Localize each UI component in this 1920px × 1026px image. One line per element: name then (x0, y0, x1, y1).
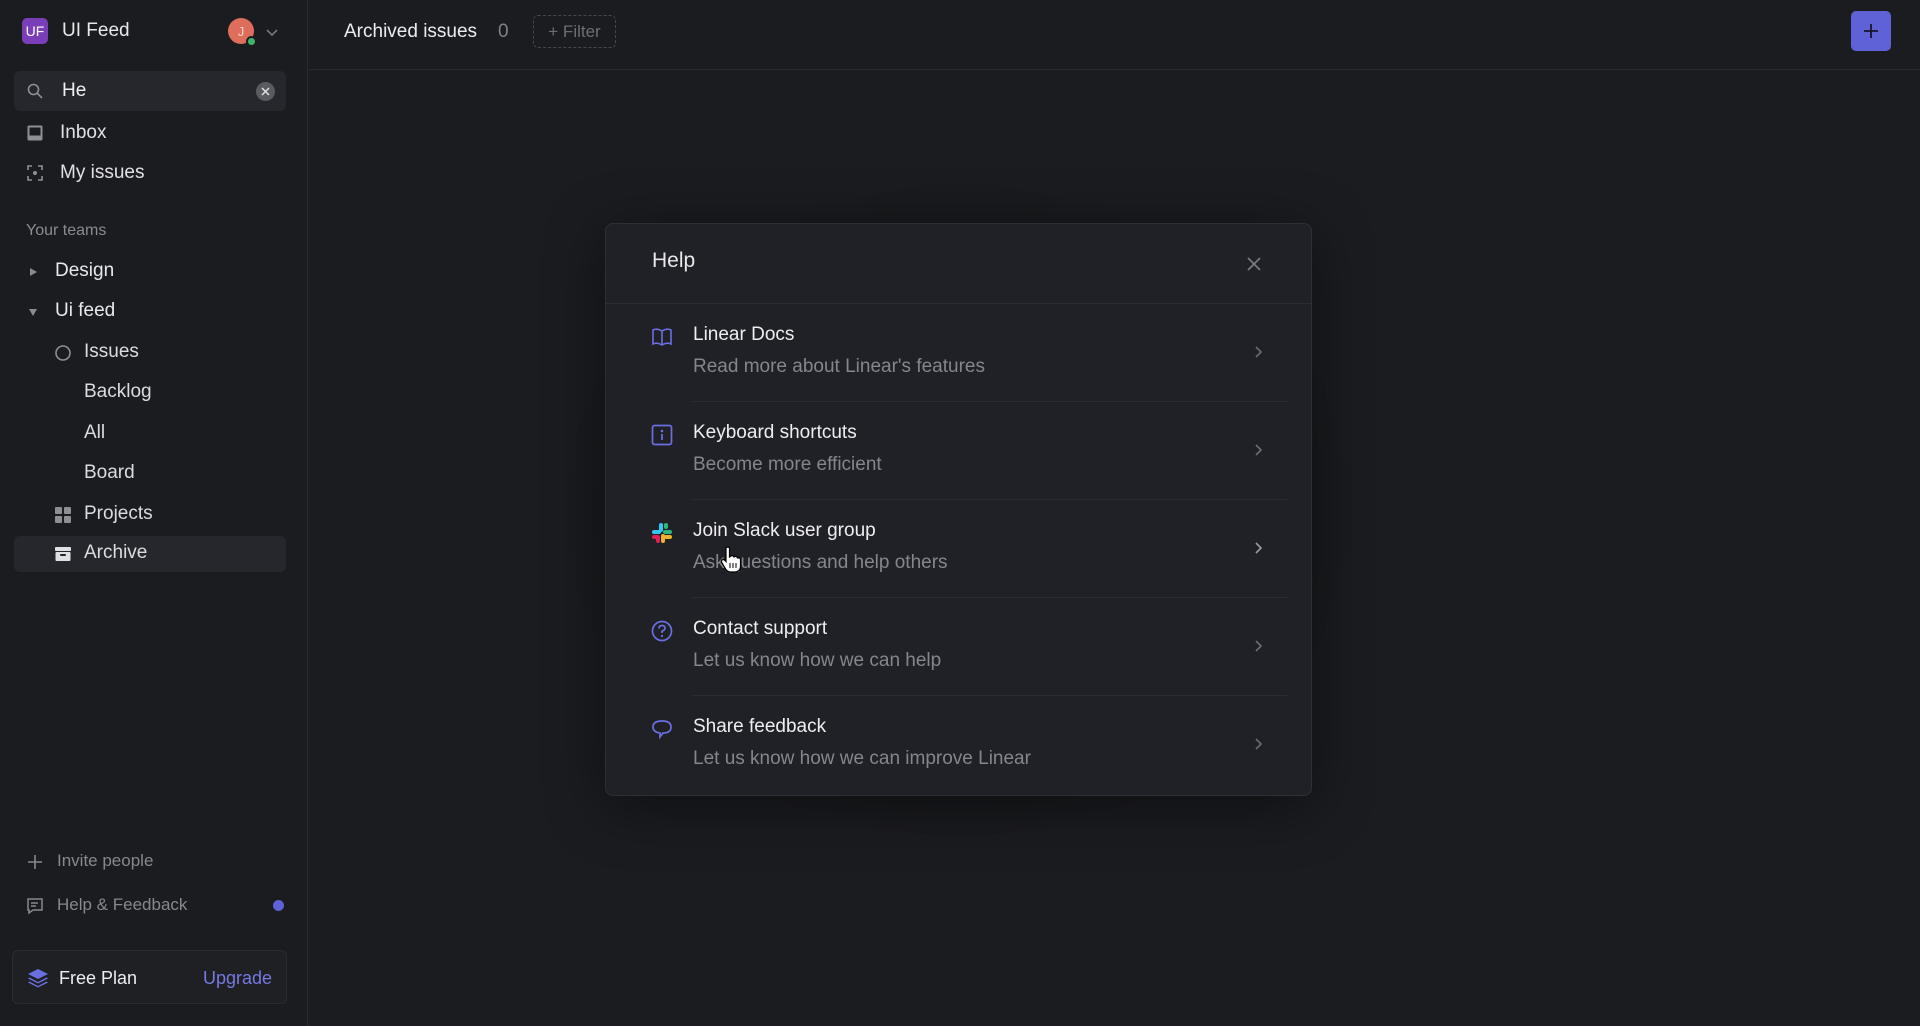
chevron-down-icon[interactable] (264, 24, 280, 40)
help-item-contact-support[interactable]: Contact support Let us know how we can h… (606, 598, 1311, 696)
team-label: Design (55, 260, 115, 281)
invite-people-button[interactable]: Invite people (14, 846, 286, 878)
upgrade-link[interactable]: Upgrade (203, 968, 272, 989)
layers-icon (28, 969, 48, 988)
chevron-right-icon (1255, 346, 1263, 358)
grid-icon (55, 507, 71, 523)
sidebar-item-backlog[interactable]: Backlog (14, 375, 286, 411)
sidebar-item-label: My issues (60, 162, 145, 183)
help-item-slack[interactable]: Join Slack user group Ask questions and … (606, 500, 1311, 598)
sidebar-item-issues[interactable]: Issues (14, 335, 286, 371)
circle-icon (55, 345, 71, 361)
invite-label: Invite people (57, 851, 154, 870)
sidebar-item-label: Issues (84, 341, 139, 362)
sidebar-item-all[interactable]: All (14, 416, 286, 452)
new-issue-button[interactable] (1851, 11, 1891, 51)
sidebar: UF UI Feed J Inbox (0, 0, 308, 1026)
sidebar-item-my-issues[interactable]: My issues (14, 155, 286, 191)
caret-right-icon[interactable] (28, 267, 38, 277)
help-item-keyboard-shortcuts[interactable]: Keyboard shortcuts Become more efficient (606, 402, 1311, 500)
chevron-right-icon (1255, 542, 1263, 554)
caret-down-icon[interactable] (28, 307, 38, 317)
topbar: Archived issues 0 + Filter (309, 0, 1920, 70)
slack-icon (652, 523, 672, 543)
issue-count: 0 (498, 21, 509, 42)
info-icon (651, 424, 673, 446)
help-item-desc: Become more efficient (693, 454, 882, 475)
teams-section-label: Your teams (26, 222, 107, 239)
message-icon (27, 898, 43, 915)
sidebar-item-board[interactable]: Board (14, 456, 286, 492)
help-item-title: Contact support (693, 618, 828, 639)
help-item-desc: Let us know how we can help (693, 650, 942, 671)
help-item-desc: Ask questions and help others (693, 552, 948, 573)
help-modal: Help Linear Docs Read more about Linear'… (605, 223, 1312, 796)
add-filter-button[interactable]: + Filter (533, 15, 616, 48)
sidebar-item-label: Projects (84, 503, 153, 524)
workspace-header[interactable]: UF UI Feed J (22, 18, 292, 47)
help-item-share-feedback[interactable]: Share feedback Let us know how we can im… (606, 696, 1311, 794)
modal-title: Help (652, 249, 696, 272)
question-icon (651, 620, 673, 642)
plus-icon (1864, 24, 1878, 38)
sidebar-item-projects[interactable]: Projects (14, 497, 286, 533)
book-icon (652, 328, 672, 346)
help-item-title: Keyboard shortcuts (693, 422, 857, 443)
plan-label: Free Plan (59, 968, 138, 988)
workspace-name: UI Feed (62, 20, 130, 41)
help-item-desc: Read more about Linear's features (693, 356, 985, 377)
help-item-desc: Let us know how we can improve Linear (693, 748, 1031, 769)
help-item-title: Share feedback (693, 716, 827, 737)
focus-icon (27, 165, 43, 181)
chat-bubble-icon (652, 720, 672, 740)
close-icon[interactable] (1242, 252, 1266, 276)
sidebar-item-label: Backlog (84, 381, 152, 402)
archive-icon (55, 547, 71, 561)
sidebar-item-label: Board (84, 462, 135, 483)
clear-search-button[interactable] (256, 82, 275, 101)
presence-indicator (246, 36, 257, 47)
chevron-right-icon (1255, 444, 1263, 456)
sidebar-item-archive[interactable]: Archive (14, 536, 286, 572)
search-input[interactable] (62, 71, 252, 111)
team-label: Ui feed (55, 300, 116, 321)
help-item-title: Linear Docs (693, 324, 795, 345)
search-box (14, 71, 286, 111)
sidebar-item-inbox[interactable]: Inbox (14, 115, 286, 151)
team-ui-feed[interactable]: Ui feed (14, 294, 286, 330)
page-title: Archived issues (344, 21, 478, 42)
plus-icon (28, 855, 42, 869)
sidebar-item-label: Inbox (60, 122, 107, 143)
chevron-right-icon (1255, 640, 1263, 652)
help-label: Help & Feedback (57, 895, 188, 914)
plan-card: Free Plan Upgrade (12, 950, 287, 1004)
close-icon (261, 87, 270, 96)
user-avatar-button[interactable]: J (228, 18, 257, 47)
notification-dot (273, 900, 284, 911)
inbox-icon (27, 125, 43, 141)
chevron-right-icon (1255, 738, 1263, 750)
workspace-logo: UF (22, 18, 48, 44)
help-item-linear-docs[interactable]: Linear Docs Read more about Linear's fea… (606, 304, 1311, 402)
help-item-title: Join Slack user group (693, 520, 876, 541)
sidebar-item-label: Archive (84, 542, 148, 563)
help-feedback-button[interactable]: Help & Feedback (14, 890, 286, 922)
search-icon (27, 83, 43, 99)
sidebar-item-label: All (84, 422, 106, 443)
team-design[interactable]: Design (14, 254, 286, 290)
